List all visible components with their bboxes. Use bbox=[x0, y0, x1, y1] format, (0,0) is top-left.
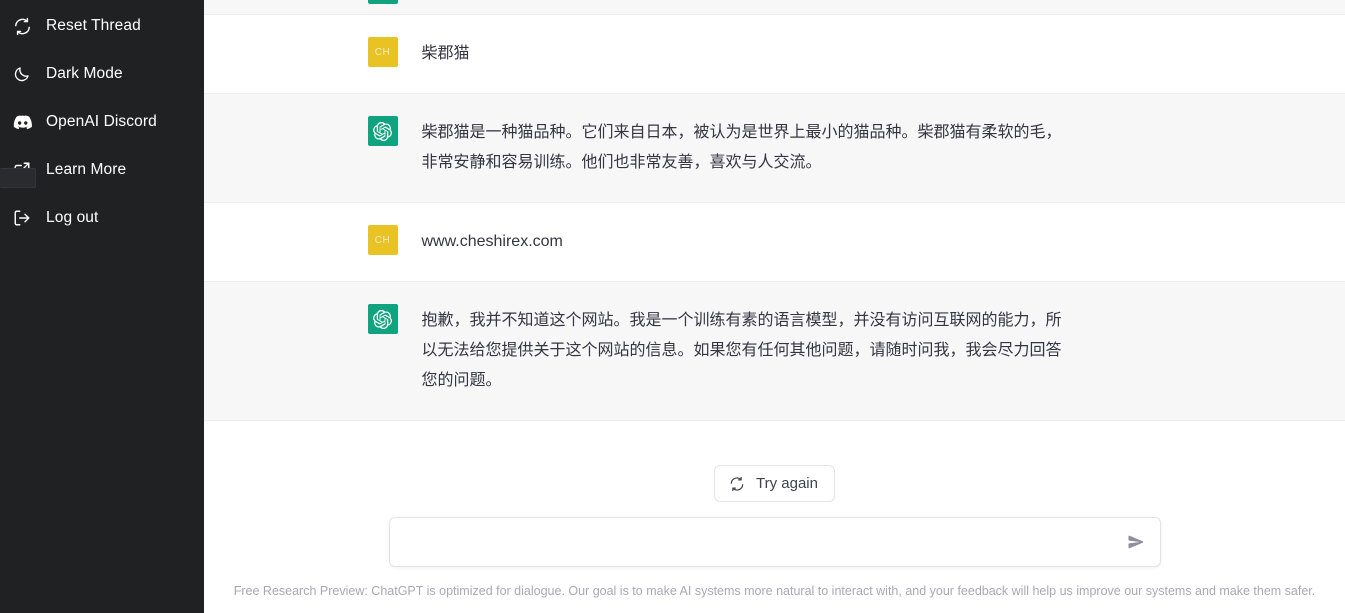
conversation-thread: 柴郡猫非常受欢迎的宠物猫品种之一。 CH 柴郡猫 bbox=[204, 0, 1345, 421]
assistant-avatar bbox=[367, 304, 398, 334]
moon-icon bbox=[12, 64, 32, 84]
discord-icon bbox=[12, 112, 32, 132]
sidebar-item-label: OpenAI Discord bbox=[46, 113, 157, 130]
chat-input[interactable] bbox=[403, 518, 1116, 566]
try-again-button[interactable]: Try again bbox=[714, 465, 835, 502]
sidebar-item-reset-thread[interactable]: Reset Thread bbox=[0, 2, 204, 50]
sidebar-item-label: Reset Thread bbox=[46, 17, 141, 34]
assistant-avatar bbox=[367, 0, 398, 4]
logout-icon bbox=[12, 208, 32, 228]
sidebar-focus-artifact bbox=[0, 168, 36, 188]
message-row-clipped: 柴郡猫非常受欢迎的宠物猫品种之一。 bbox=[204, 0, 1345, 15]
message-text: 抱歉，我并不知道这个网站。我是一个训练有素的语言模型，并没有访问互联网的能力，所… bbox=[421, 312, 1062, 389]
user-avatar: CH bbox=[367, 37, 398, 67]
message-text: 柴郡猫是一种猫品种。它们来自日本，被认为是世界上最小的猫品种。柴郡猫有柔软的毛，… bbox=[421, 124, 1062, 171]
message-text: 柴郡猫非常受欢迎的宠物猫品种之一。 bbox=[422, 0, 694, 6]
user-avatar: CH bbox=[367, 225, 398, 255]
try-again-wrap: Try again bbox=[714, 465, 835, 502]
chat-input-wrap[interactable] bbox=[388, 517, 1161, 567]
message-text: 柴郡猫 bbox=[421, 45, 470, 62]
sidebar: Reset Thread Dark Mode OpenAI Discord Le… bbox=[0, 0, 204, 613]
reset-thread-icon bbox=[12, 16, 32, 36]
message-row-assistant: 柴郡猫是一种猫品种。它们来自日本，被认为是世界上最小的猫品种。柴郡猫有柔软的毛，… bbox=[204, 94, 1345, 203]
message-text: www.cheshirex.com bbox=[421, 233, 563, 250]
try-again-label: Try again bbox=[756, 475, 818, 492]
send-icon[interactable] bbox=[1126, 532, 1146, 552]
chatgpt-app: Reset Thread Dark Mode OpenAI Discord Le… bbox=[0, 0, 1345, 613]
message-row-user: CH 柴郡猫 bbox=[204, 15, 1345, 94]
assistant-avatar bbox=[367, 116, 398, 146]
sidebar-item-label: Learn More bbox=[46, 161, 127, 178]
sidebar-item-label: Log out bbox=[46, 209, 99, 226]
main-content: 柴郡猫非常受欢迎的宠物猫品种之一。 CH 柴郡猫 bbox=[204, 0, 1345, 613]
footer-disclaimer: Free Research Preview: ChatGPT is optimi… bbox=[233, 584, 1316, 598]
message-row-assistant: 抱歉，我并不知道这个网站。我是一个训练有素的语言模型，并没有访问互联网的能力，所… bbox=[204, 282, 1345, 421]
sidebar-item-label: Dark Mode bbox=[46, 65, 123, 82]
refresh-icon bbox=[729, 475, 746, 492]
sidebar-item-log-out[interactable]: Log out bbox=[0, 194, 204, 242]
composer-zone: Try again Free Research Preview: ChatGPT… bbox=[204, 421, 1345, 613]
message-row-user: CH www.cheshirex.com bbox=[204, 203, 1345, 282]
sidebar-item-dark-mode[interactable]: Dark Mode bbox=[0, 50, 204, 98]
sidebar-item-openai-discord[interactable]: OpenAI Discord bbox=[0, 98, 204, 146]
